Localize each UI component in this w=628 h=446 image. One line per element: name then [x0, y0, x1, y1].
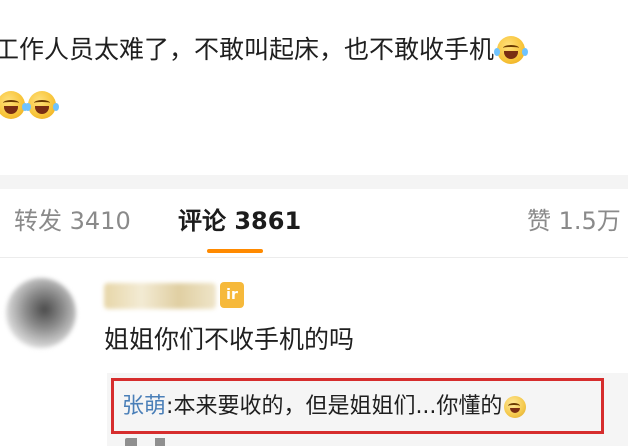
- section-divider: [0, 175, 628, 189]
- post-body: 工作人员太难了，不敢叫起床，也不敢收手机: [0, 22, 628, 132]
- post-line-1: 工作人员太难了，不敢叫起床，也不敢收手机: [0, 22, 628, 77]
- smirk-emoji-icon: [504, 396, 527, 418]
- tab-comment-label: 评论: [178, 207, 226, 235]
- commenter-name-blurred[interactable]: [104, 283, 216, 309]
- tab-repost[interactable]: 转发 3410: [14, 203, 131, 239]
- weibo-post-screen: 工作人员太难了，不敢叫起床，也不敢收手机 转发 3410 评论 3861 赞 1…: [0, 0, 628, 446]
- tab-like[interactable]: 赞 1.5万: [527, 203, 621, 239]
- reply-text: 本来要收的，但是姐姐们...你懂的: [173, 394, 503, 419]
- next-reply-cut-off: [125, 438, 245, 446]
- comment-text: 姐姐你们不收手机的吗: [104, 325, 355, 354]
- interaction-tabs: 转发 3410 评论 3861 赞 1.5万: [0, 189, 628, 258]
- post-text: 工作人员太难了，不敢叫起床，也不敢收手机: [0, 35, 495, 64]
- active-tab-indicator: [207, 249, 263, 253]
- reply-item: 张萌 : 本来要收的，但是姐姐们...你懂的: [122, 392, 527, 422]
- post-line-2: [0, 77, 628, 132]
- laughing-tears-emoji-icon: [0, 90, 28, 119]
- member-badge-icon: ir: [220, 282, 244, 308]
- tab-like-count: 1.5万: [558, 207, 621, 235]
- reply-separator: :: [166, 394, 174, 419]
- laughing-tears-emoji-icon: [494, 35, 529, 64]
- tab-repost-label: 转发: [14, 207, 62, 235]
- tab-comment[interactable]: 评论 3861: [178, 203, 301, 239]
- reply-author-link[interactable]: 张萌: [122, 392, 166, 422]
- avatar[interactable]: [6, 278, 76, 348]
- tab-repost-count: 3410: [69, 207, 131, 235]
- tab-comment-count: 3861: [234, 207, 302, 235]
- tab-like-label: 赞: [527, 207, 551, 235]
- laughing-tears-emoji-icon: [25, 90, 59, 119]
